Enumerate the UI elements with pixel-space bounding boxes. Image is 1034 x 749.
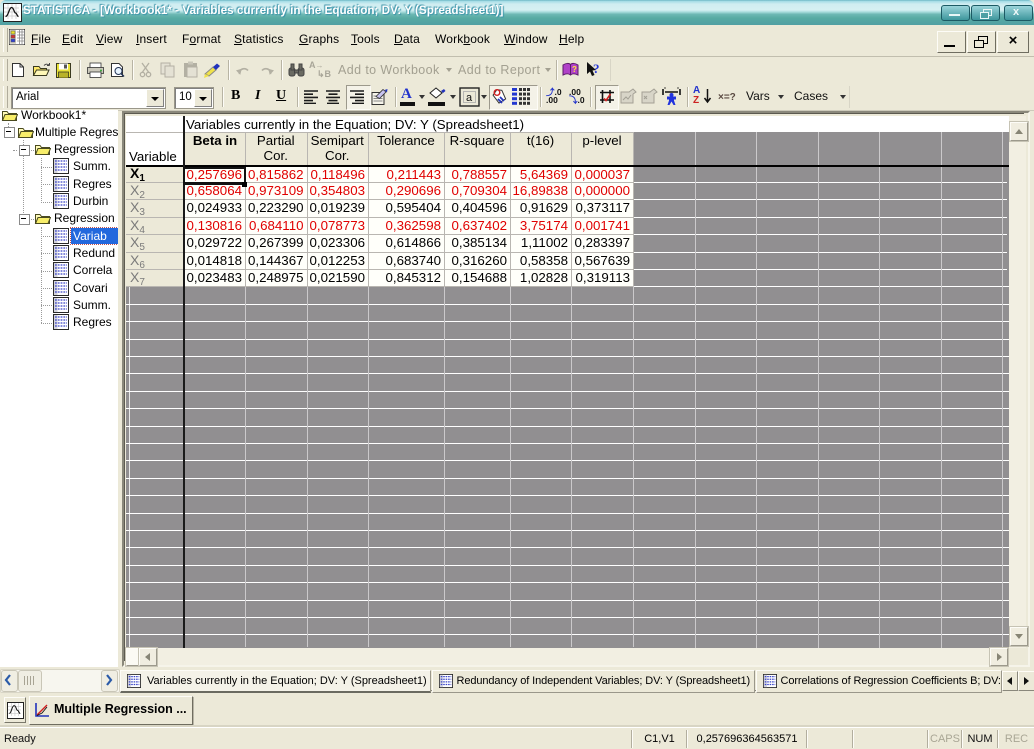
svg-text:?: ? <box>572 65 577 74</box>
svg-text:?: ? <box>593 61 600 76</box>
svg-text:a: a <box>466 92 473 104</box>
